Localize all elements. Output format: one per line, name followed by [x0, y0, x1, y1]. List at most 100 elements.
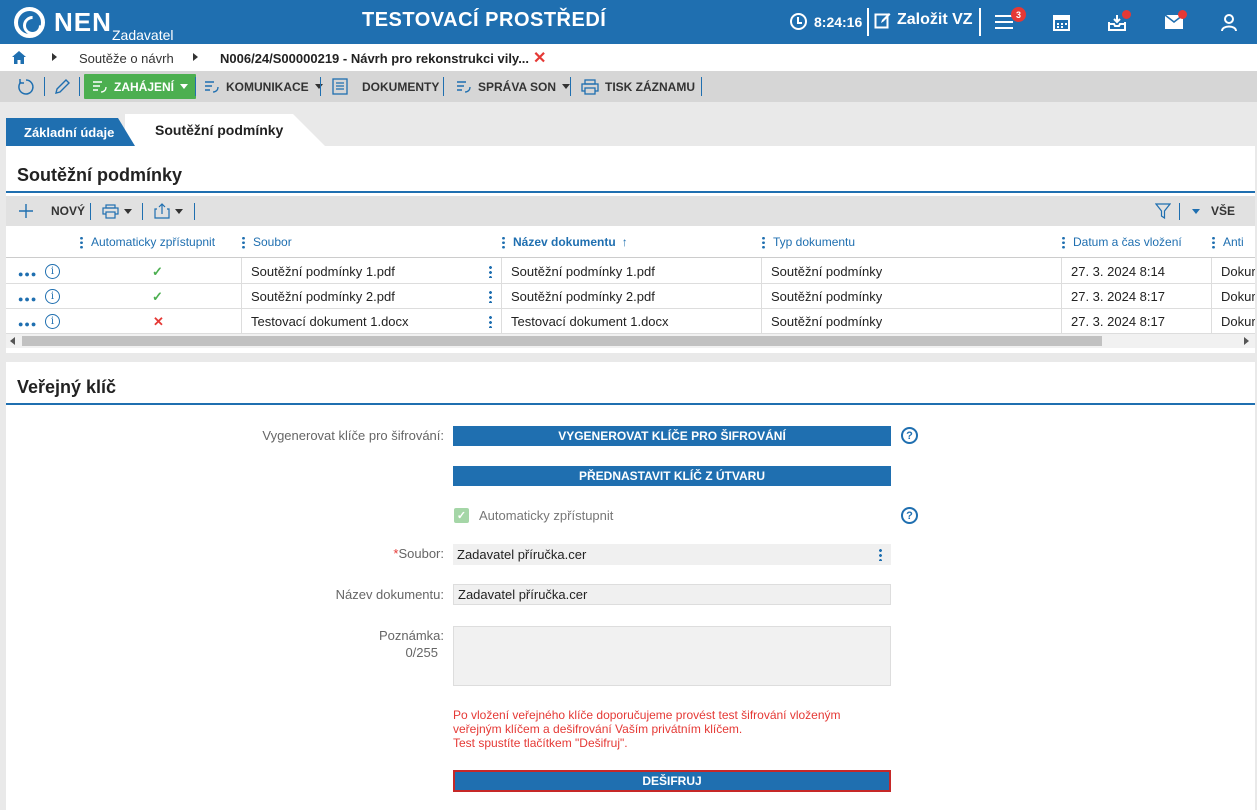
auto-access-checkbox[interactable]: ✓	[454, 508, 469, 523]
chevron-down-icon	[314, 84, 323, 89]
komunikace-dropdown[interactable]: KOMUNIKACE	[204, 74, 323, 99]
soubor-cell[interactable]: Testovací dokument 1.docx	[251, 309, 409, 334]
soutezni-podminky-panel: Soutěžní podmínky NOVÝ VŠE Automaticky z…	[6, 146, 1255, 353]
typ-cell: Soutěžní podmínky	[771, 289, 883, 304]
toolbar-divider	[44, 77, 45, 96]
toolbar-divider	[79, 77, 80, 96]
column-menu-icon	[1062, 235, 1065, 249]
desifruj-button[interactable]: DEŠIFRUJ	[453, 770, 891, 792]
table-row[interactable]: ●●● i ✕ Testovací dokument 1.docx Testov…	[6, 309, 1255, 334]
table-row[interactable]: ●●● i ✓ Soutěžní podmínky 2.pdf Soutěžní…	[6, 284, 1255, 309]
breadcrumb-item-current[interactable]: N006/24/S00000219 - Návrh pro rekonstruk…	[220, 51, 529, 66]
row-actions-icon[interactable]: ●●●	[18, 319, 37, 329]
export-icon	[154, 203, 170, 219]
row-actions-icon[interactable]: ●●●	[18, 269, 37, 279]
column-menu-icon	[242, 235, 245, 249]
chevron-down-icon	[1192, 208, 1200, 214]
panel-title-underline	[6, 191, 1255, 193]
notification-badge: 3	[1011, 7, 1026, 22]
column-menu-icon	[80, 235, 83, 249]
chevron-down-icon	[175, 208, 183, 214]
user-icon[interactable]	[1217, 10, 1241, 34]
filter-button[interactable]	[1155, 201, 1171, 221]
scrollbar-thumb[interactable]	[22, 336, 1102, 346]
view-filter-dropdown[interactable]: VŠE	[1192, 201, 1235, 221]
verejny-klic-panel: Veřejný klíč Vygenerovat klíče pro šifro…	[6, 362, 1255, 810]
datum-cell: 27. 3. 2024 8:14	[1071, 264, 1165, 279]
table-row[interactable]: ●●● i ✓ Soutěžní podmínky 1.pdf Soutěžní…	[6, 259, 1255, 284]
horizontal-scrollbar[interactable]	[6, 334, 1255, 348]
refresh-icon	[18, 78, 34, 95]
file-menu-icon[interactable]	[879, 548, 882, 561]
tab-zakladni-udaje[interactable]: Základní údaje	[6, 118, 135, 146]
column-header-typ[interactable]: Typ dokumentu	[762, 226, 855, 258]
export-dropdown[interactable]	[154, 201, 183, 221]
breadcrumb-item-souteze[interactable]: Soutěže o návrh	[79, 51, 174, 66]
scroll-left-icon[interactable]	[10, 337, 15, 345]
scroll-right-icon[interactable]	[1244, 337, 1249, 345]
tab-soutezni-podminky[interactable]: Soutěžní podmínky	[125, 114, 325, 146]
info-icon[interactable]: i	[45, 314, 60, 329]
dokumenty-button[interactable]: DOKUMENTY	[332, 74, 439, 99]
column-header-nazev[interactable]: Název dokumentu ↑	[502, 226, 628, 258]
info-icon[interactable]: i	[45, 289, 60, 304]
column-header-anti[interactable]: Anti	[1212, 226, 1244, 258]
warning-line: Po vložení veřejného klíče doporučujeme …	[453, 708, 841, 722]
calendar-icon[interactable]	[1049, 10, 1073, 34]
plus-icon	[19, 204, 33, 218]
soubor-cell[interactable]: Soutěžní podmínky 1.pdf	[251, 259, 395, 284]
refresh-button[interactable]	[17, 74, 35, 99]
toolbar-divider	[701, 77, 702, 96]
file-menu-icon[interactable]	[489, 315, 492, 328]
zahajeni-dropdown[interactable]: ZAHÁJENÍ	[84, 74, 197, 99]
info-icon[interactable]: i	[45, 264, 60, 279]
auto-cell: ✕	[153, 313, 164, 329]
preset-key-button[interactable]: PŘEDNASTAVIT KLÍČ Z ÚTVARU	[453, 466, 891, 486]
toolbar-divider	[320, 77, 321, 96]
new-record-button[interactable]: NOVÝ	[18, 201, 85, 221]
header-divider	[867, 8, 869, 36]
tisk-zaznamu-button[interactable]: TISK ZÁZNAMU	[581, 74, 695, 99]
panel-title: Veřejný klíč	[17, 377, 117, 397]
column-header-datum[interactable]: Datum a čas vložení	[1062, 226, 1182, 258]
column-menu-icon	[762, 235, 765, 249]
environment-title: TESTOVACÍ PROSTŘEDÍ	[362, 9, 607, 31]
help-icon[interactable]: ?	[901, 427, 918, 444]
nazev-field[interactable]: Zadavatel příručka.cer	[453, 584, 891, 605]
zalozit-vz-button[interactable]: Založit VZ	[874, 11, 973, 29]
anti-cell: Dokur	[1221, 264, 1255, 279]
nazev-cell: Testovací dokument 1.docx	[511, 314, 669, 329]
file-menu-icon[interactable]	[489, 265, 492, 278]
poznamka-counter: 0/255	[405, 645, 438, 660]
help-icon[interactable]: ?	[901, 507, 918, 524]
sprava-son-dropdown[interactable]: SPRÁVA SON	[456, 74, 571, 99]
column-header-auto[interactable]: Automaticky zpřístupnit	[80, 226, 215, 258]
warning-line: veřejným klíčem a dešifrování Vaším priv…	[453, 722, 743, 736]
grid-header: Automaticky zpřístupnit Soubor Název dok…	[6, 226, 1255, 258]
clock-icon	[790, 13, 807, 30]
chevron-down-icon	[562, 84, 571, 89]
print-dropdown[interactable]	[102, 201, 132, 221]
column-header-soubor[interactable]: Soubor	[242, 226, 292, 258]
generate-keys-button[interactable]: VYGENEROVAT KLÍČE PRO ŠIFROVÁNÍ	[453, 426, 891, 446]
poznamka-label: Poznámka:	[378, 628, 444, 643]
zalozit-vz-label: Založit VZ	[897, 11, 973, 28]
sort-asc-icon: ↑	[621, 235, 628, 249]
soubor-cell[interactable]: Soutěžní podmínky 2.pdf	[251, 284, 395, 309]
close-icon[interactable]: ✕	[533, 48, 546, 68]
view-filter-label: VŠE	[1211, 204, 1236, 218]
soubor-field[interactable]: Zadavatel příručka.cer	[453, 544, 891, 565]
row-actions-icon[interactable]: ●●●	[18, 294, 37, 304]
file-menu-icon[interactable]	[489, 290, 492, 303]
home-icon[interactable]	[12, 51, 26, 67]
poznamka-textarea[interactable]	[453, 626, 891, 686]
printer-icon	[581, 78, 599, 95]
tab-bar: Soutěžní podmínky Základní údaje	[0, 102, 1257, 146]
list-icon	[457, 80, 471, 93]
zahajeni-label: ZAHÁJENÍ	[114, 79, 175, 94]
toolbar-divider	[90, 203, 91, 220]
breadcrumb-arrow-icon	[193, 53, 198, 61]
logo-text: NEN	[54, 7, 112, 37]
edit-button[interactable]	[54, 74, 70, 99]
list-icon	[205, 80, 219, 93]
